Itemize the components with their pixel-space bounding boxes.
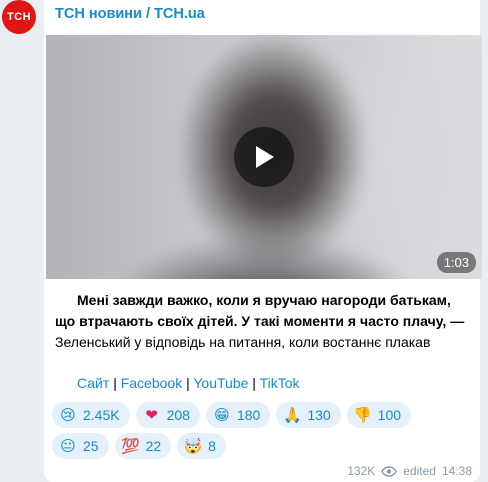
- reaction-count: 100: [377, 407, 402, 423]
- play-button[interactable]: [234, 127, 294, 187]
- video-duration: 1:03: [436, 252, 476, 273]
- link-separator: |: [186, 375, 190, 391]
- link-separator: |: [113, 375, 117, 391]
- edited-label: edited: [403, 464, 436, 478]
- channel-avatar[interactable]: ТСН: [2, 0, 36, 34]
- neutral-face-icon: 😐: [60, 437, 76, 455]
- play-icon: [256, 146, 274, 168]
- message-bubble: ТСН новини / TCH.ua 1:03 Мені завжди важ…: [44, 0, 482, 482]
- red-heart-icon: ❤: [145, 406, 158, 424]
- reaction-count: 22: [145, 438, 162, 454]
- reaction-count: 180: [236, 407, 261, 423]
- reaction-neutral[interactable]: 😐 25: [52, 433, 109, 459]
- reaction-crying[interactable]: 😢 2.45K: [52, 402, 130, 428]
- reaction-exploding-head[interactable]: 🤯 8: [177, 433, 226, 459]
- reaction-count: 8: [208, 438, 216, 454]
- caption-quote: Мені завжди важко, коли я вручаю нагород…: [55, 292, 465, 329]
- reaction-count: 208: [166, 407, 190, 423]
- message-time: 14:38: [441, 464, 472, 478]
- reaction-folded-hands[interactable]: 🙏 130: [276, 402, 341, 428]
- grinning-face-icon: 😁: [214, 406, 230, 424]
- exploding-head-icon: 🤯: [183, 437, 203, 455]
- link-youtube[interactable]: YouTube: [193, 375, 248, 391]
- link-site[interactable]: Сайт: [77, 375, 109, 391]
- reaction-count: 25: [83, 438, 99, 454]
- link-facebook[interactable]: Facebook: [121, 375, 182, 391]
- video-player[interactable]: 1:03: [46, 35, 482, 279]
- link-separator: |: [252, 375, 256, 391]
- links-row: Сайт | Facebook | YouTube | TikTok: [77, 375, 300, 391]
- avatar-logo-text: ТСН: [6, 11, 32, 23]
- reaction-hundred[interactable]: 💯 22: [114, 433, 172, 459]
- reaction-heart[interactable]: ❤ 208: [135, 402, 200, 428]
- crying-face-icon: 😢: [60, 406, 76, 424]
- caption-attribution: Зеленський у відповідь на питання, коли …: [55, 334, 431, 350]
- reaction-count: 2.45K: [83, 407, 120, 423]
- thumbs-down-icon: 👎: [353, 406, 373, 424]
- hundred-points-icon: 💯: [121, 437, 140, 455]
- message-footer: 132K edited 14:38: [347, 464, 472, 478]
- folded-hands-icon: 🙏: [282, 406, 302, 424]
- reaction-count: 130: [307, 407, 331, 423]
- channel-name[interactable]: ТСН новини / TCH.ua: [55, 6, 205, 22]
- view-count: 132K: [347, 464, 376, 478]
- reaction-thumbs-down[interactable]: 👎 100: [346, 402, 412, 428]
- reaction-grinning[interactable]: 😁 180: [205, 402, 271, 428]
- link-tiktok[interactable]: TikTok: [260, 375, 300, 391]
- reactions-bar: 😢 2.45K ❤ 208 😁 180 🙏 130 👎 100 😐 25 💯 2…: [52, 402, 472, 459]
- message-caption: Мені завжди важко, коли я вручаю нагород…: [55, 290, 470, 353]
- eye-icon: [381, 465, 398, 477]
